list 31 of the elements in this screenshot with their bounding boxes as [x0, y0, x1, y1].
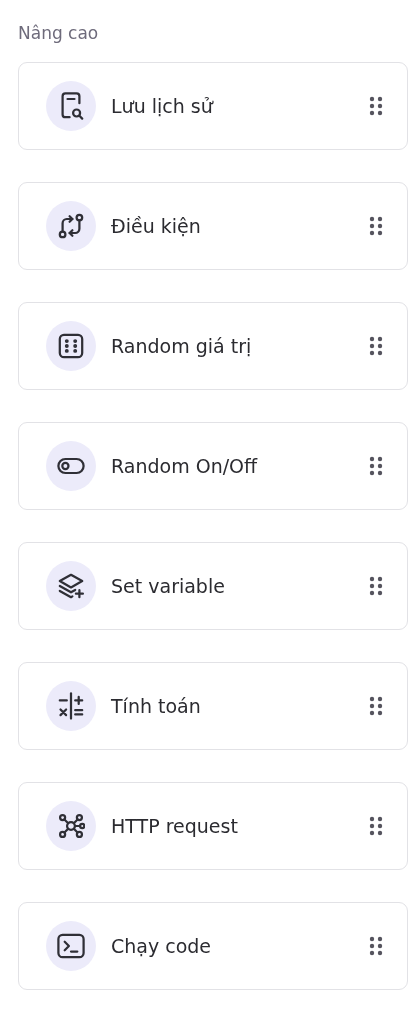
block-label: Chạy code	[111, 935, 213, 957]
drag-handle-icon[interactable]	[369, 96, 383, 116]
block-card[interactable]: Điều kiện	[18, 182, 408, 270]
section-title: Nâng cao	[18, 23, 99, 43]
network-nodes-icon	[57, 812, 85, 840]
block-card[interactable]: Random giá trị	[18, 302, 408, 390]
block-label: Set variable	[111, 575, 226, 597]
block-card[interactable]: Random On/Off	[18, 422, 408, 510]
terminal-icon	[57, 932, 85, 960]
block-label: Tính toán	[111, 695, 202, 717]
calculator-signs-icon	[57, 692, 85, 720]
block-card[interactable]: HTTP request	[18, 782, 408, 870]
block-card[interactable]: Lưu lịch sử	[18, 62, 408, 150]
block-card[interactable]: Chạy code	[18, 902, 408, 990]
layers-plus-icon	[57, 572, 85, 600]
block-label: Random giá trị	[111, 335, 253, 357]
block-label: HTTP request	[111, 815, 239, 837]
block-card[interactable]: Tính toán	[18, 662, 408, 750]
block-card[interactable]: Set variable	[18, 542, 408, 630]
drag-handle-icon[interactable]	[369, 936, 383, 956]
drag-handle-icon[interactable]	[369, 336, 383, 356]
branch-arrows-icon	[57, 212, 85, 240]
drag-handle-icon[interactable]	[369, 816, 383, 836]
drag-handle-icon[interactable]	[369, 696, 383, 716]
block-label: Điều kiện	[111, 215, 202, 237]
block-label: Random On/Off	[111, 455, 259, 477]
drag-handle-icon[interactable]	[369, 456, 383, 476]
drag-handle-icon[interactable]	[369, 576, 383, 596]
drag-handle-icon[interactable]	[369, 216, 383, 236]
dice-icon	[57, 332, 85, 360]
block-label: Lưu lịch sử	[111, 95, 215, 117]
